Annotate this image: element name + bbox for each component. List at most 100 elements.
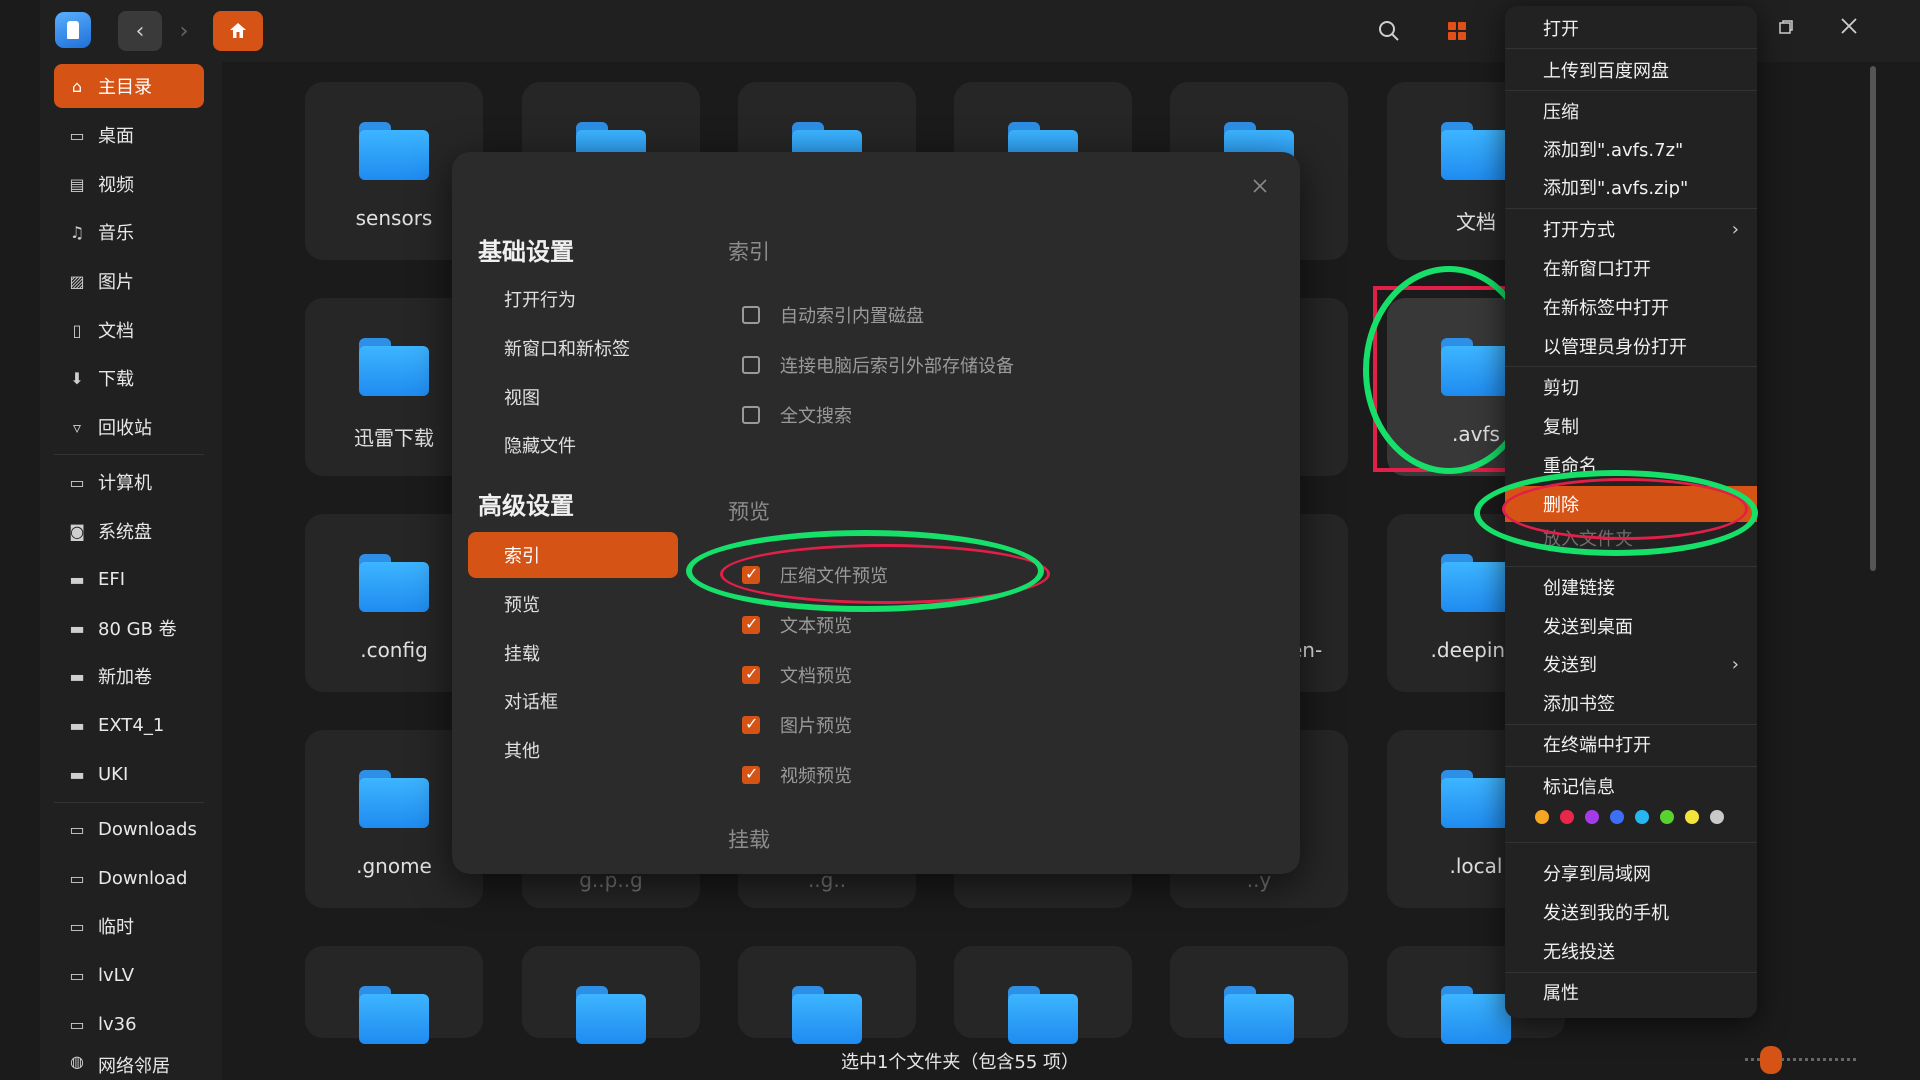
menu-share-lan[interactable]: 分享到局域网	[1505, 855, 1757, 891]
menu-add-7z[interactable]: 添加到".avfs.7z"	[1505, 131, 1757, 167]
menu-create-link[interactable]: 创建链接	[1505, 569, 1757, 605]
checkbox[interactable]	[742, 356, 760, 374]
search-button[interactable]	[1372, 14, 1406, 48]
folder-icon	[1008, 986, 1078, 1044]
folder-tile[interactable]	[522, 946, 700, 1044]
icon-view-button[interactable]	[1440, 14, 1474, 48]
nav-dialog[interactable]: 对话框	[468, 678, 678, 724]
menu-add-zip[interactable]: 添加到".avfs.zip"	[1505, 169, 1757, 205]
checkbox[interactable]	[742, 764, 760, 784]
sidebar-item-80gb-volume[interactable]: ▬ 80 GB 卷	[54, 606, 204, 650]
option-document-preview[interactable]: 文档预览	[742, 662, 852, 688]
menu-upload-baidu[interactable]: 上传到百度网盘	[1505, 52, 1757, 88]
checkbox[interactable]	[742, 664, 760, 684]
checkbox[interactable]	[742, 564, 760, 584]
close-window-button[interactable]	[1840, 16, 1858, 41]
search-icon	[1379, 21, 1399, 41]
checkbox[interactable]	[742, 406, 760, 424]
folder-tile[interactable]	[1170, 946, 1348, 1044]
sidebar-item-lv36[interactable]: ▭ lv36	[54, 1002, 204, 1046]
nav-new-window-tab[interactable]: 新窗口和新标签	[468, 325, 678, 371]
option-text-preview[interactable]: 文本预览	[742, 612, 852, 638]
sidebar-item-download-folder[interactable]: ▭ Download	[54, 856, 204, 900]
folder-tile[interactable]	[738, 946, 916, 1044]
menu-cut[interactable]: 剪切	[1505, 369, 1757, 405]
menu-open-with[interactable]: 打开方式 ›	[1505, 211, 1757, 247]
download-icon: ⬇	[70, 368, 84, 388]
sidebar-item-desktop[interactable]: ▭ 桌面	[54, 113, 204, 157]
forward-button[interactable]: ›	[162, 11, 206, 51]
option-archive-preview[interactable]: 压缩文件预览	[742, 562, 888, 588]
tag-color-red[interactable]	[1560, 810, 1574, 824]
checkbox[interactable]	[742, 714, 760, 734]
nav-preview[interactable]: 预览	[468, 581, 678, 627]
menu-compress[interactable]: 压缩	[1505, 93, 1757, 129]
tag-color-cyan[interactable]	[1635, 810, 1649, 824]
sidebar-item-efi[interactable]: ▬ EFI	[54, 557, 204, 601]
sidebar-item-label: 音乐	[98, 223, 134, 244]
option-fulltext-search[interactable]: 全文搜索	[742, 402, 852, 428]
menu-tag-info[interactable]: 标记信息	[1505, 768, 1757, 804]
sidebar-item-downloads[interactable]: ⬇ 下载	[54, 356, 204, 400]
menu-move-to-folder[interactable]: 放入文件夹	[1505, 526, 1757, 550]
sidebar-divider	[54, 802, 204, 803]
sidebar-item-music[interactable]: ♫ 音乐	[54, 210, 204, 254]
folder-tile[interactable]	[305, 946, 483, 1044]
sidebar-item-label: lvLV	[98, 964, 135, 986]
sidebar-item-ext4[interactable]: ▬ EXT4_1	[54, 703, 204, 747]
maximize-button[interactable]	[1778, 16, 1794, 41]
tag-color-yellow[interactable]	[1685, 810, 1699, 824]
vertical-scrollbar[interactable]	[1870, 66, 1876, 571]
tag-color-orange[interactable]	[1535, 810, 1549, 824]
menu-open-as-admin[interactable]: 以管理员身份打开	[1505, 328, 1757, 364]
sidebar-item-home[interactable]: ⌂ 主目录	[54, 64, 204, 108]
home-button[interactable]	[213, 11, 263, 51]
tag-color-blue[interactable]	[1610, 810, 1624, 824]
sidebar-item-downloads-folder[interactable]: ▭ Downloads	[54, 807, 204, 851]
back-button[interactable]: ‹	[118, 11, 162, 51]
nav-open-behavior[interactable]: 打开行为	[468, 276, 678, 322]
menu-open-in-terminal[interactable]: 在终端中打开	[1505, 726, 1757, 762]
menu-open-new-window[interactable]: 在新窗口打开	[1505, 250, 1757, 286]
menu-copy[interactable]: 复制	[1505, 408, 1757, 444]
nav-view[interactable]: 视图	[468, 374, 678, 420]
sidebar-item-lvlv[interactable]: ▭ lvLV	[54, 953, 204, 997]
sidebar-item-uki[interactable]: ▬ UKI	[54, 752, 204, 796]
sidebar-item-new-volume[interactable]: ▬ 新加卷	[54, 654, 204, 698]
menu-open[interactable]: 打开	[1505, 10, 1757, 46]
menu-send-to[interactable]: 发送到 ›	[1505, 646, 1757, 682]
menu-send-to-phone[interactable]: 发送到我的手机	[1505, 894, 1757, 930]
menu-add-bookmark[interactable]: 添加书签	[1505, 685, 1757, 721]
sidebar-item-documents[interactable]: ▯ 文档	[54, 308, 204, 352]
option-index-external[interactable]: 连接电脑后索引外部存储设备	[742, 352, 1014, 378]
folder-tile[interactable]	[954, 946, 1132, 1044]
checkbox[interactable]	[742, 306, 760, 324]
option-label: 视频预览	[780, 766, 852, 787]
menu-send-to-desktop[interactable]: 发送到桌面	[1505, 608, 1757, 644]
tag-color-gray[interactable]	[1710, 810, 1724, 824]
menu-rename[interactable]: 重命名	[1505, 447, 1757, 483]
menu-open-new-tab[interactable]: 在新标签中打开	[1505, 289, 1757, 325]
sidebar-item-system-disk[interactable]: ◙ 系统盘	[54, 509, 204, 553]
sidebar-item-temp[interactable]: ▭ 临时	[54, 904, 204, 948]
dialog-close-button[interactable]	[1252, 172, 1268, 200]
disk-icon: ▬	[69, 618, 85, 638]
nav-mount[interactable]: 挂载	[468, 630, 678, 676]
menu-wireless-cast[interactable]: 无线投送	[1505, 933, 1757, 969]
sidebar-item-trash[interactable]: ▿ 回收站	[54, 405, 204, 449]
sidebar-item-pictures[interactable]: ▨ 图片	[54, 259, 204, 303]
option-auto-index[interactable]: 自动索引内置磁盘	[742, 302, 924, 328]
tag-color-green[interactable]	[1660, 810, 1674, 824]
menu-delete[interactable]: 删除	[1505, 486, 1757, 522]
option-image-preview[interactable]: 图片预览	[742, 712, 852, 738]
sidebar-item-computer[interactable]: ▭ 计算机	[54, 460, 204, 504]
checkbox[interactable]	[742, 614, 760, 634]
nav-index[interactable]: 索引	[468, 532, 678, 578]
menu-properties[interactable]: 属性	[1505, 974, 1757, 1010]
zoom-slider-thumb[interactable]	[1760, 1046, 1782, 1074]
nav-hidden-files[interactable]: 隐藏文件	[468, 422, 678, 468]
nav-other[interactable]: 其他	[468, 727, 678, 773]
tag-color-purple[interactable]	[1585, 810, 1599, 824]
option-video-preview[interactable]: 视频预览	[742, 762, 852, 788]
sidebar-item-videos[interactable]: ▤ 视频	[54, 162, 204, 206]
